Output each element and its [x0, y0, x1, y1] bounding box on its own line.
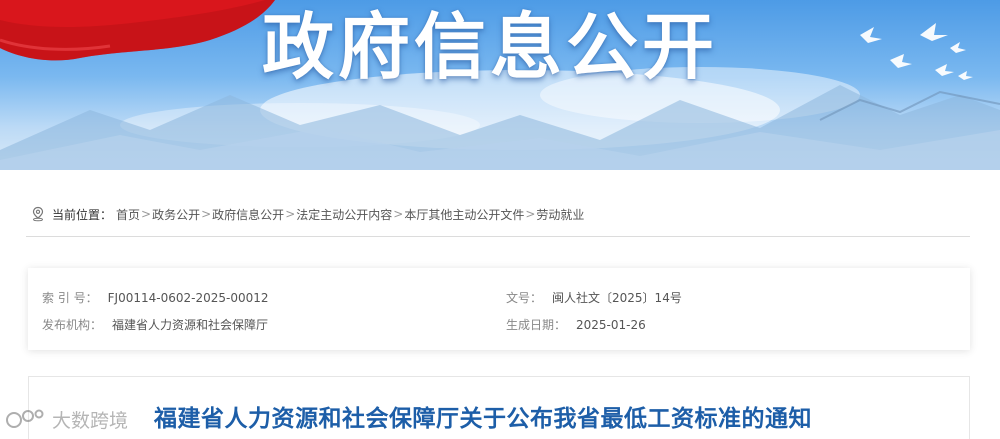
breadcrumb-separator: > [525, 207, 536, 221]
watermark: 大数跨境 [4, 402, 128, 436]
publisher-label: 发布机构： [42, 318, 103, 332]
document-number-label: 文号： [506, 291, 543, 305]
document-title: 福建省人力资源和社会保障厅关于公布我省最低工资标准的通知 [154, 406, 812, 432]
breadcrumb-separator: > [141, 207, 152, 221]
index-number-value: FJ00114-0602-2025-00012 [107, 291, 269, 305]
document-number-value: 闽人社文〔2025〕14号 [552, 291, 682, 305]
breadcrumb-item-info-disclosure[interactable]: 政府信息公开 [212, 206, 284, 223]
header-banner: 政府信息公开 [0, 0, 1000, 170]
watermark-logo-icon [6, 409, 44, 428]
publisher-row: 发布机构： 福建省人力资源和社会保障厅 [42, 316, 268, 333]
breadcrumb-divider [26, 236, 970, 237]
index-number-row: 索 引 号： FJ00114-0602-2025-00012 [42, 289, 269, 306]
index-number-label: 索 引 号： [42, 291, 98, 305]
breadcrumb-separator: > [393, 207, 404, 221]
publisher-value: 福建省人力资源和社会保障厅 [112, 318, 269, 332]
document-number-row: 文号： 闽人社文〔2025〕14号 [506, 289, 682, 306]
watermark-text: 大数跨境 [52, 409, 129, 432]
breadcrumb-item-home[interactable]: 首页 [116, 206, 140, 223]
date-label: 生成日期： [506, 318, 567, 332]
date-row: 生成日期： 2025-01-26 [506, 316, 646, 333]
breadcrumb: 当前位置： 首页 > 政务公开 > 政府信息公开 > 法定主动公开内容 > 本厅… [30, 204, 584, 224]
location-pin-icon [30, 206, 46, 222]
breadcrumb-item-government-affairs[interactable]: 政务公开 [152, 206, 200, 223]
breadcrumb-separator: > [285, 207, 296, 221]
breadcrumb-label: 当前位置： [52, 207, 113, 222]
document-metadata-card [28, 268, 970, 350]
breadcrumb-item-labor-employment[interactable]: 劳动就业 [536, 206, 584, 223]
breadcrumb-item-statutory-content[interactable]: 法定主动公开内容 [296, 206, 392, 223]
breadcrumb-separator: > [201, 207, 212, 221]
date-value: 2025-01-26 [576, 318, 646, 332]
banner-title: 政府信息公开 [262, 5, 719, 89]
breadcrumb-item-other-files[interactable]: 本厅其他主动公开文件 [404, 206, 524, 223]
